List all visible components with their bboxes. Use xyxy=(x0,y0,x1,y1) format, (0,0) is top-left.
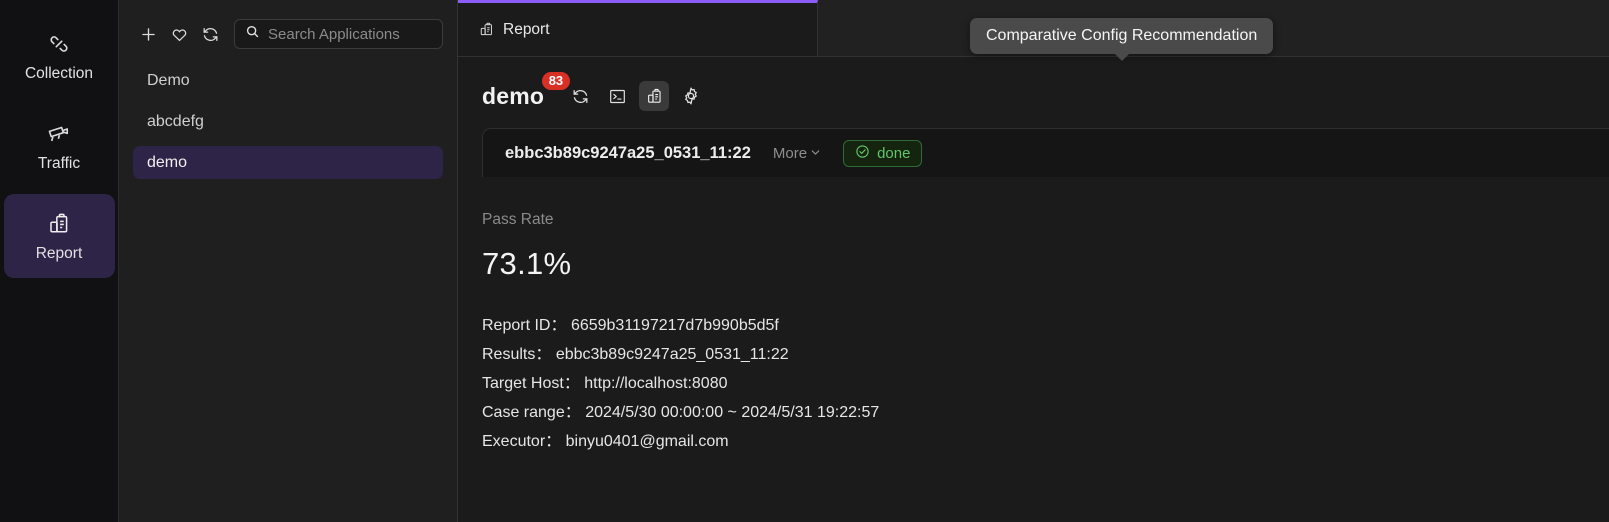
main-area: Report demo 83 ebbc3b89c9247a25_0531_11:… xyxy=(458,0,1609,522)
detail-key: Target Host： xyxy=(482,375,580,392)
tab-report[interactable]: Report xyxy=(458,0,818,56)
detail-row-executor: Executor： binyu0401@gmail.com xyxy=(482,427,1142,456)
detail-value: ebbc3b89c9247a25_0531_11:22 xyxy=(555,346,789,363)
refresh-icon[interactable] xyxy=(199,23,221,45)
detail-key: Results： xyxy=(482,346,552,363)
tooltip: Comparative Config Recommendation xyxy=(970,18,1274,54)
search-icon xyxy=(245,24,260,44)
result-card: ebbc3b89c9247a25_0531_11:22 More done xyxy=(482,128,1609,177)
clipboard-icon xyxy=(478,21,495,38)
detail-row-report-id: Report ID： 6659b31197217d7b990b5d5f xyxy=(482,311,1142,340)
tooltip-text: Comparative Config Recommendation xyxy=(986,27,1258,44)
detail-row-results: Results： ebbc3b89c9247a25_0531_11:22 xyxy=(482,340,1142,369)
application-list: Demo abcdefg demo xyxy=(119,50,457,179)
pass-rate-section: Pass Rate 73.1% Report ID： 6659b31197217… xyxy=(482,211,1142,456)
list-item-label: demo xyxy=(147,153,188,171)
page-title-wrap: demo 83 xyxy=(482,71,571,110)
sidebar-item-label: Collection xyxy=(24,64,94,82)
search-input[interactable] xyxy=(268,25,432,43)
detail-value: http://localhost:8080 xyxy=(584,375,728,392)
camera-icon xyxy=(46,121,72,147)
list-item[interactable]: Demo xyxy=(133,64,443,97)
list-item[interactable]: demo xyxy=(133,146,443,179)
report-body: Pass Rate 73.1% Report ID： 6659b31197217… xyxy=(458,177,1609,456)
tab-label: Report xyxy=(503,20,550,38)
chevron-down-icon xyxy=(810,145,821,162)
status-badge-done: done xyxy=(843,139,923,167)
detail-value: binyu0401@gmail.com xyxy=(565,433,729,450)
detail-row-case-range: Case range： 2024/5/30 00:00:00 ~ 2024/5/… xyxy=(482,398,1142,427)
list-item[interactable]: abcdefg xyxy=(133,105,443,138)
clipboard-icon xyxy=(46,211,72,237)
detail-key: Executor： xyxy=(482,433,562,450)
sidebar-item-report[interactable]: Report xyxy=(3,194,115,278)
list-item-label: Demo xyxy=(147,71,190,89)
check-circle-icon xyxy=(855,144,870,163)
detail-value: 2024/5/30 00:00:00 ~ 2024/5/31 19:22:57 xyxy=(585,404,880,421)
favorite-icon[interactable] xyxy=(168,23,190,45)
terminal-button[interactable] xyxy=(602,81,632,111)
application-list-panel: Demo abcdefg demo xyxy=(119,0,458,522)
list-item-label: abcdefg xyxy=(147,112,204,130)
app-root: Collection Traffic Report Search Applica… xyxy=(0,0,1609,522)
status-label: done xyxy=(877,144,911,162)
search-box[interactable] xyxy=(234,19,443,49)
left-nav-rail: Collection Traffic Report xyxy=(0,0,119,522)
sidebar-item-label: Traffic xyxy=(37,154,81,172)
detail-value: 6659b31197217d7b990b5d5f xyxy=(570,317,779,334)
comparative-config-button[interactable] xyxy=(639,81,670,111)
result-name: ebbc3b89c9247a25_0531_11:22 xyxy=(505,143,751,162)
report-header: demo 83 xyxy=(458,57,1609,117)
gear-icon[interactable] xyxy=(676,81,706,111)
pass-rate-label: Pass Rate xyxy=(482,211,554,228)
detail-key: Report ID： xyxy=(482,317,567,334)
pass-rate-value: 73.1% xyxy=(482,246,572,281)
sidebar-item-traffic[interactable]: Traffic xyxy=(4,104,115,188)
add-application-button[interactable] xyxy=(137,23,159,45)
detail-list: Report ID： 6659b31197217d7b990b5d5f Resu… xyxy=(482,311,1142,456)
link-icon xyxy=(46,31,72,57)
list-toolbar xyxy=(119,18,457,50)
status-badge: 83 xyxy=(541,71,571,90)
page-title: demo xyxy=(482,82,545,109)
refresh-button[interactable] xyxy=(565,81,595,111)
detail-row-target-host: Target Host： http://localhost:8080 xyxy=(482,369,1142,398)
more-label: More xyxy=(772,144,808,162)
more-button[interactable]: More xyxy=(773,145,821,162)
detail-key: Case range： xyxy=(482,404,581,421)
sidebar-item-label: Report xyxy=(35,244,83,262)
report-content: demo 83 ebbc3b89c9247a25_0531_11:22 More… xyxy=(458,57,1609,522)
sidebar-item-collection[interactable]: Collection xyxy=(4,14,115,98)
